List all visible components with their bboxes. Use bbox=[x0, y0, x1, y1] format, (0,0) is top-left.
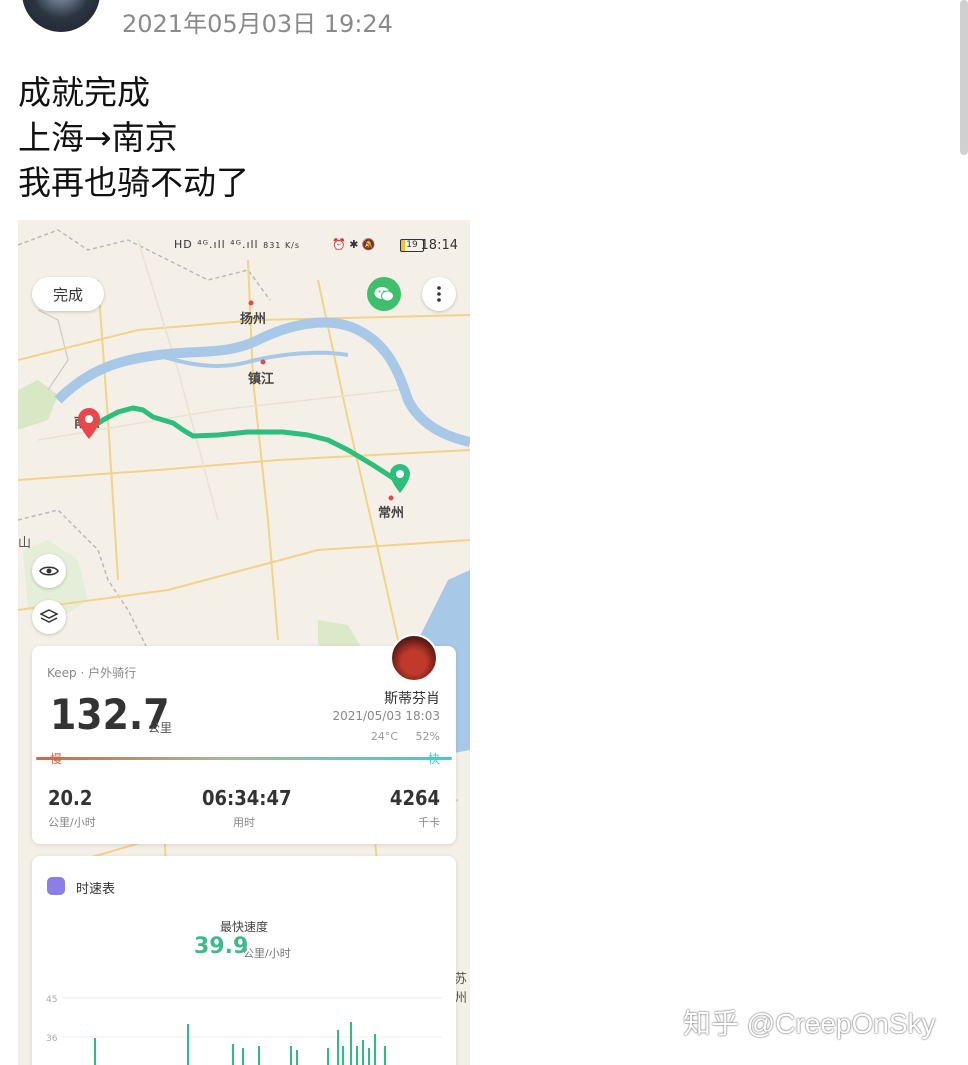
stat-value: 4264 bbox=[389, 786, 440, 810]
speed-bar bbox=[362, 1040, 364, 1065]
speed-bar bbox=[232, 1044, 234, 1065]
start-marker-icon bbox=[390, 464, 410, 493]
stat-label: 用时 bbox=[233, 816, 255, 829]
signal-icons: HD ⁴ᴳ.ıll ⁴ᴳ.ıll 831 K/s bbox=[174, 238, 301, 251]
stat-label: 千卡 bbox=[418, 816, 440, 829]
speedometer-title: 时速表 bbox=[76, 882, 116, 897]
speed-bar bbox=[368, 1048, 370, 1065]
slow-label: 慢 bbox=[50, 752, 63, 766]
scrollbar[interactable] bbox=[960, 0, 968, 155]
post-text: 成就完成 上海→南京 我再也骑不动了 bbox=[18, 70, 249, 205]
speed-bar bbox=[342, 1046, 344, 1065]
more-vertical-icon bbox=[437, 286, 441, 302]
speed-bar bbox=[242, 1048, 244, 1065]
screenshot-image[interactable]: 扬州 镇江 南京 常州 山 苏州 HD ⁴ᴳ.ıll ⁴ᴳ.ıll 831 K/… bbox=[18, 220, 470, 1065]
wechat-share-button[interactable] bbox=[367, 277, 401, 311]
speed-gradient-bar bbox=[36, 757, 452, 760]
wechat-icon bbox=[374, 287, 394, 302]
post-line-3: 我再也骑不动了 bbox=[18, 163, 249, 202]
status-right-icons: ⏰ ✱ 🔕 bbox=[332, 238, 376, 251]
speed-bar bbox=[296, 1050, 298, 1065]
layers-icon bbox=[40, 609, 58, 623]
speed-bar bbox=[356, 1046, 358, 1065]
poster-avatar[interactable] bbox=[22, 0, 100, 32]
ride-summary-card: Keep · 户外骑行 132.7 公里 斯蒂芬肖 2021/05/03 18:… bbox=[32, 634, 456, 844]
status-bar: HD ⁴ᴳ.ıll ⁴ᴳ.ıll 831 K/s ⏰ ✱ 🔕 19 18:14 bbox=[168, 238, 458, 254]
layers-button[interactable] bbox=[32, 600, 66, 634]
calories-stat: 4264 千卡 bbox=[390, 786, 440, 830]
post-timestamp: 2021年05月03日 19:24 bbox=[122, 10, 393, 38]
stat-value: 20.2 bbox=[48, 786, 93, 810]
axis-tick-45: 45 bbox=[46, 995, 57, 1005]
ride-date: 2021/05/03 18:03 bbox=[332, 709, 440, 723]
done-button[interactable]: 完成 bbox=[32, 277, 104, 311]
axis-tick-36: 36 bbox=[46, 1034, 58, 1044]
eye-toggle-button[interactable] bbox=[32, 554, 66, 588]
speed-bar bbox=[384, 1046, 386, 1065]
speed-bar bbox=[374, 1034, 376, 1065]
speedometer-icon bbox=[47, 877, 65, 895]
status-time: 18:14 bbox=[420, 238, 458, 253]
post-line-1: 成就完成 bbox=[18, 73, 150, 112]
speed-bar bbox=[337, 1030, 339, 1065]
speed-bar bbox=[350, 1022, 352, 1065]
fast-label: 快 bbox=[427, 752, 440, 766]
speed-bar bbox=[258, 1046, 260, 1065]
avg-speed-stat: 20.2 公里/小时 bbox=[48, 786, 96, 830]
duration-stat: 06:34:47 用时 bbox=[202, 786, 292, 830]
map-label-yangzhou: 扬州 bbox=[240, 312, 267, 327]
end-marker-icon bbox=[78, 408, 100, 439]
distance-unit: 公里 bbox=[148, 721, 173, 735]
post-line-2: 上海→南京 bbox=[18, 118, 178, 157]
humidity: 52% bbox=[415, 730, 440, 743]
stat-label: 公里/小时 bbox=[48, 816, 96, 829]
speed-chart: 45 36 bbox=[46, 995, 442, 1065]
speed-bar bbox=[327, 1048, 329, 1065]
user-avatar[interactable] bbox=[390, 634, 438, 682]
max-speed-unit: 公里/小时 bbox=[243, 947, 291, 960]
speed-bar bbox=[187, 1024, 189, 1065]
speed-bar bbox=[94, 1038, 96, 1065]
speed-bar bbox=[290, 1046, 292, 1065]
map-label-suzhou: 苏州 bbox=[454, 972, 468, 1006]
max-speed-label: 最快速度 bbox=[219, 920, 268, 934]
activity-source: Keep · 户外骑行 bbox=[47, 666, 137, 680]
weather-info: 24°C 52% bbox=[357, 730, 440, 743]
eye-icon bbox=[39, 566, 59, 576]
zhihu-watermark: 知乎 @CreepOnSky bbox=[683, 1008, 936, 1039]
map-label-changzhou: 常州 bbox=[378, 506, 405, 521]
user-name: 斯蒂芬肖 bbox=[384, 691, 440, 707]
max-speed-value: 39.9 bbox=[194, 934, 249, 959]
temperature: 24°C bbox=[370, 730, 399, 743]
stat-value: 06:34:47 bbox=[202, 786, 292, 810]
speedometer-card: 时速表 最快速度 39.9 公里/小时 45 36 bbox=[32, 856, 456, 1065]
map-label-shan: 山 bbox=[18, 536, 32, 551]
map-label-zhenjiang: 镇江 bbox=[248, 372, 275, 387]
more-button[interactable] bbox=[422, 277, 456, 311]
